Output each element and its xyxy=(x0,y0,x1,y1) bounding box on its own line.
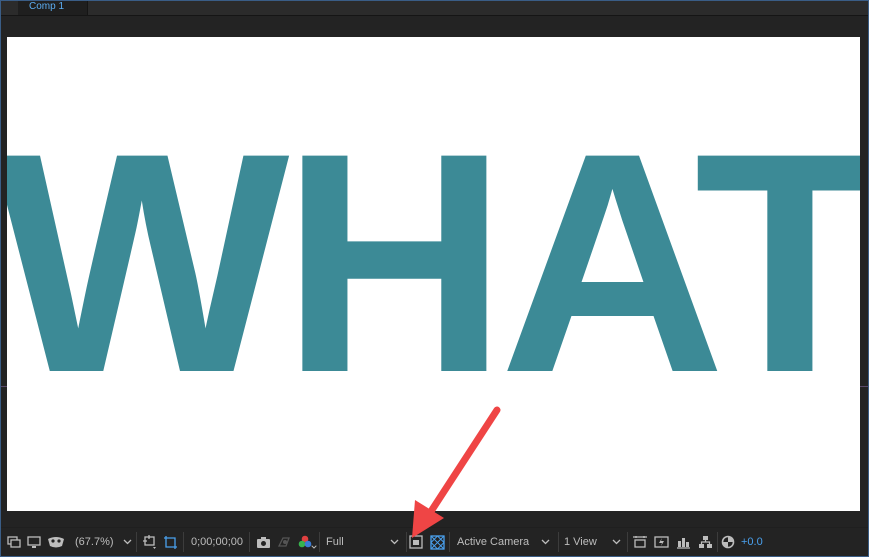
active-camera-value[interactable]: Active Camera xyxy=(457,534,529,550)
monitor-icon[interactable] xyxy=(27,534,41,550)
region-of-interest-icon[interactable] xyxy=(142,534,158,550)
resolution-value[interactable]: Full xyxy=(326,534,344,550)
viewer-toolbar: (67.7%) 0;00;00;00 Full Active Camera 1 … xyxy=(1,528,868,556)
always-preview-icon[interactable] xyxy=(7,534,21,550)
resolution-chevron-down-icon[interactable] xyxy=(390,534,399,550)
zoom-chevron-down-icon[interactable] xyxy=(123,534,132,550)
transparency-grid-icon[interactable] xyxy=(163,534,178,550)
view-layout-value[interactable]: 1 View xyxy=(564,534,597,550)
timeline-icon[interactable] xyxy=(676,534,691,550)
composition-viewer[interactable]: WHAT xyxy=(1,16,868,527)
current-time[interactable]: 0;00;00;00 xyxy=(191,534,243,550)
view-options-icon[interactable] xyxy=(632,534,648,550)
composition-panel: Comp 1 WHAT (67.7%) 0;00;00;00 Full Acti… xyxy=(0,0,869,557)
toolbar-divider xyxy=(406,532,407,552)
toolbar-divider xyxy=(627,532,628,552)
transparency-grid-toggle-icon[interactable] xyxy=(430,534,445,550)
toolbar-divider xyxy=(249,532,250,552)
color-channels-icon[interactable] xyxy=(298,534,312,550)
composition-canvas[interactable]: WHAT xyxy=(7,37,860,511)
reset-exposure-icon[interactable] xyxy=(721,534,735,550)
camera-chevron-down-icon[interactable] xyxy=(541,534,550,550)
guide-marker-right xyxy=(860,386,868,387)
panel-tab-bar: Comp 1 xyxy=(1,1,868,16)
toolbar-divider xyxy=(136,532,137,552)
exposure-value[interactable]: +0.0 xyxy=(741,534,763,550)
flowchart-icon[interactable] xyxy=(698,534,713,550)
toolbar-divider xyxy=(183,532,184,552)
toolbar-divider xyxy=(717,532,718,552)
snapshot-camera-icon[interactable] xyxy=(256,534,271,550)
mask-visibility-icon[interactable] xyxy=(47,534,65,550)
show-snapshot-icon[interactable] xyxy=(277,534,292,550)
region-of-interest-toggle-icon[interactable] xyxy=(409,534,423,550)
fast-previews-icon[interactable] xyxy=(654,534,669,550)
view-layout-chevron-down-icon[interactable] xyxy=(612,534,621,550)
text-layer-what[interactable]: WHAT xyxy=(7,107,860,420)
channels-chevron-down-icon[interactable] xyxy=(311,539,317,555)
comp-tab[interactable]: Comp 1 xyxy=(18,1,88,15)
zoom-level[interactable]: (67.7%) xyxy=(75,534,114,550)
